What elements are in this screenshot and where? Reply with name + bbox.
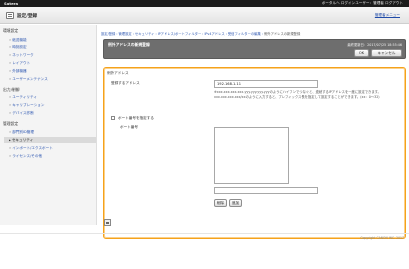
top-bar: Satera ポータルへ ログインユーザー：管理者 ログアウト	[0, 0, 409, 7]
sidebar-section-output[interactable]: 出力/制御	[3, 87, 19, 93]
sidebar-item-diagnostics[interactable]: デバイス診断	[9, 111, 33, 116]
sidebar-item-external[interactable]: 外部機器	[9, 69, 26, 74]
page-name: 例外アドレスの新規登録	[108, 42, 150, 47]
sidebar-item-paper[interactable]: 紙送機能	[9, 38, 26, 43]
address-input[interactable]: 192.168.1.11	[214, 80, 318, 88]
top-links[interactable]: ポータルへ ログインユーザー：管理者 ログアウト	[322, 1, 403, 6]
admin-menu-link[interactable]: 管理者メニュー	[375, 13, 400, 18]
add-button[interactable]: 追加	[229, 199, 242, 207]
sidebar-item-time[interactable]: 時刻設定	[9, 45, 26, 50]
address-note: ※xxx.xxx.xxx.xxx-yyy.yyy.yyy.yyyのようにハイフン…	[214, 90, 381, 99]
sidebar-item-import-export[interactable]: インポート/エクスポート	[9, 146, 53, 151]
sidebar-section-preferences[interactable]: 環境設定	[3, 28, 18, 34]
footer-divider	[0, 233, 409, 234]
page-header: 設定/登録 管理者メニュー	[0, 7, 409, 24]
breadcrumb-path[interactable]: 設定/登録 : 管理設定 : セキュリティ : IPアドレス/ポートフィルター …	[101, 32, 264, 36]
sidebar-item-layout[interactable]: レイアウト	[9, 61, 30, 66]
breadcrumb-current: 例外アドレスの新規登録	[263, 32, 301, 36]
sidebar: 環境設定 紙送機能 時刻設定 ネットワーク レイアウト 外部機器 ユーザーメンテ…	[0, 25, 97, 225]
page-title: 設定/登録	[17, 14, 38, 19]
ok-button[interactable]: OK	[354, 49, 369, 57]
sidebar-item-user-maint[interactable]: ユーザーメンテナンス	[9, 77, 48, 82]
breadcrumb: 設定/登録 : 管理設定 : セキュリティ : IPアドレス/ポートフィルター …	[101, 31, 406, 36]
sidebar-item-utility[interactable]: ユーティリティ	[9, 95, 37, 100]
last-updated: 最終更新日：2017/07/25 18:55:46	[347, 43, 402, 47]
port-list-box[interactable]	[214, 127, 289, 184]
port-checkbox-label: ポート番号を指定する	[118, 116, 154, 120]
sidebar-item-license[interactable]: ライセンス/その他	[9, 154, 42, 159]
sidebar-item-calibration[interactable]: キャリブレーション	[9, 103, 44, 108]
sidebar-section-management[interactable]: 管理設定	[3, 121, 18, 127]
port-label: ポート番号	[120, 125, 138, 129]
settings-page-icon	[6, 12, 14, 19]
delete-button[interactable]: 削除	[214, 199, 227, 207]
page-title-bar: 例外アドレスの新規登録 最終更新日：2017/07/25 18:55:46 OK…	[103, 39, 406, 59]
port-input[interactable]	[214, 187, 318, 194]
port-checkbox[interactable]	[111, 116, 115, 120]
sidebar-item-security[interactable]: セキュリティ	[4, 137, 96, 143]
cancel-button[interactable]: キャンセル	[371, 49, 402, 57]
copyright: Copyright CANON INC. 2017	[360, 236, 404, 240]
address-label: 登録するアドレス	[111, 81, 140, 85]
brand-logo: Satera	[4, 1, 19, 6]
sidebar-item-dept-id[interactable]: 部門別ID管理	[9, 130, 34, 135]
exception-address-panel: 例外アドレス 登録するアドレス 192.168.1.11 ※xxx.xxx.xx…	[103, 67, 406, 239]
sidebar-item-network[interactable]: ネットワーク	[9, 53, 34, 58]
panel-title: 例外アドレス	[107, 71, 129, 75]
page-bottom-icon[interactable]	[104, 219, 111, 226]
